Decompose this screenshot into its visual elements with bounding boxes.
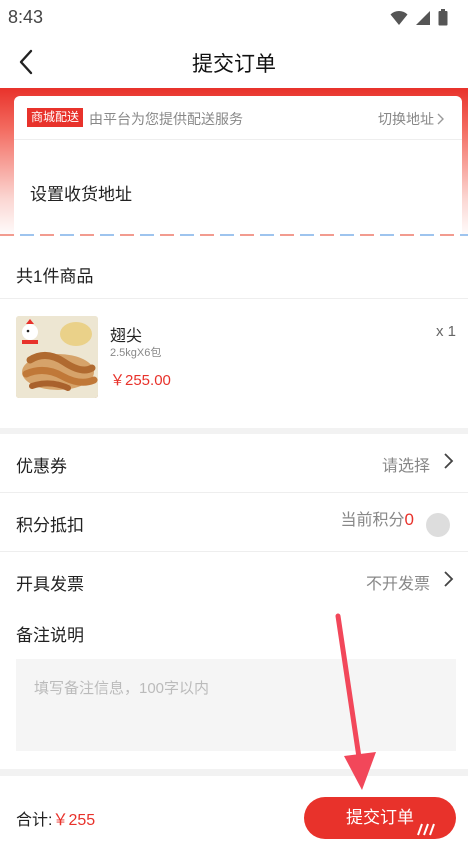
decorative-stripes-icon [417, 823, 435, 836]
product-spec: 2.5kgX6包 [110, 347, 162, 359]
divider [0, 298, 468, 299]
submit-label: 提交订单 [346, 808, 414, 827]
total-amount: ￥255 [52, 812, 96, 829]
page-title: 提交订单 [192, 53, 276, 76]
status-time: 8:43 [8, 7, 44, 27]
set-address-label[interactable]: 设置收货地址 [30, 180, 132, 205]
points-row: 积分抵扣 当前积分0 [0, 493, 468, 552]
invoice-row[interactable]: 开具发票 不开发票 [0, 552, 468, 611]
points-prefix: 当前积分 [340, 512, 405, 529]
bottom-bar: 合计:￥255 提交订单 [0, 776, 468, 843]
points-number: 0 [404, 510, 414, 529]
total: 合计:￥255 [16, 806, 95, 830]
product-name: 翅尖 [110, 328, 143, 345]
order-submit-screen: 8:43 提交订单 商城配送 由平台为您提供配送服务 切换地址 设置收货地址 共… [0, 0, 468, 843]
status-icons [390, 9, 448, 26]
status-bar: 8:43 [0, 0, 468, 34]
coupon-row[interactable]: 优惠券 请选择 [0, 434, 468, 493]
chevron-right-icon [444, 453, 454, 469]
address-envelope-border [0, 234, 468, 236]
points-toggle[interactable] [426, 513, 450, 537]
goods-section: 共1件商品 翅尖 2.5kgX6包 ￥255.00 x 1 [0, 246, 468, 428]
delivery-tag: 商城配送 [27, 108, 84, 127]
order-options: 优惠券 请选择 积分抵扣 当前积分0 开具发票 不开发票 [0, 434, 468, 611]
wifi-icon [390, 10, 408, 25]
signal-icon [416, 10, 430, 25]
total-label: 合计: [16, 812, 53, 829]
remark-title: 备注说明 [16, 626, 84, 645]
switch-address-label: 切换地址 [378, 111, 434, 127]
coupon-label: 优惠券 [16, 457, 67, 476]
chevron-right-icon [437, 113, 444, 125]
invoice-value: 不开发票 [365, 576, 430, 593]
remark-input[interactable] [16, 659, 456, 751]
chicken-wing-illustration [16, 316, 98, 398]
product-quantity: x 1 [435, 323, 456, 340]
chevron-right-icon [444, 571, 454, 587]
battery-icon [438, 9, 448, 26]
coupon-value: 请选择 [381, 458, 430, 475]
product-price: ￥255.00 [110, 372, 171, 389]
points-label: 积分抵扣 [16, 516, 84, 535]
goods-count: 共1件商品 [16, 267, 94, 286]
switch-address-link[interactable]: 切换地址 [378, 109, 444, 129]
address-card[interactable]: 商城配送 由平台为您提供配送服务 切换地址 设置收货地址 [14, 96, 462, 238]
remark-section: 备注说明 [0, 607, 468, 769]
submit-order-button[interactable]: 提交订单 [304, 797, 456, 839]
delivery-info-row: 商城配送 由平台为您提供配送服务 切换地址 [14, 96, 462, 140]
invoice-label: 开具发票 [16, 575, 84, 594]
product-image [16, 316, 98, 398]
points-value: 当前积分0 [341, 506, 414, 530]
delivery-hint: 由平台为您提供配送服务 [89, 111, 243, 127]
nav-bar: 提交订单 [0, 34, 468, 88]
address-section: 商城配送 由平台为您提供配送服务 切换地址 设置收货地址 [0, 88, 468, 246]
